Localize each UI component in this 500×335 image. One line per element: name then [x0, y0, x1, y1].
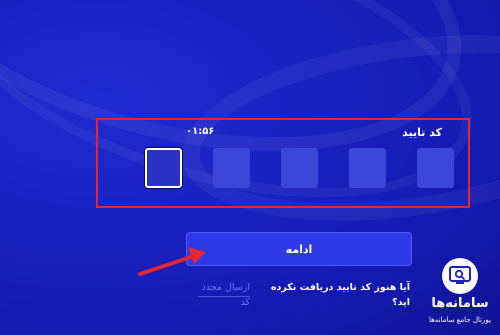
annotation-arrow: [138, 247, 206, 276]
continue-button-label: ادامه: [285, 242, 313, 256]
monitor-search-icon: [442, 258, 478, 294]
otp-input-4[interactable]: [349, 148, 386, 188]
not-received-text: آیا هنوز کد تایید دریافت نکرده اید؟: [270, 282, 410, 309]
otp-input-5[interactable]: [417, 148, 454, 188]
resend-underline: [198, 296, 250, 297]
brand-tagline: پورتال جامع سامانه‌ها: [429, 316, 491, 324]
code-label: کد تایید: [402, 126, 442, 139]
brand-logo: سامانه‌ها پورتال جامع سامانه‌ها: [422, 258, 498, 330]
otp-input-1[interactable]: [144, 147, 183, 189]
continue-button[interactable]: ادامه: [186, 232, 412, 266]
otp-input-3[interactable]: [281, 148, 318, 188]
brand-name: سامانه‌ها: [431, 296, 489, 311]
countdown-timer: ۰۱:۵۶: [186, 126, 215, 137]
otp-input-2[interactable]: [213, 148, 250, 188]
